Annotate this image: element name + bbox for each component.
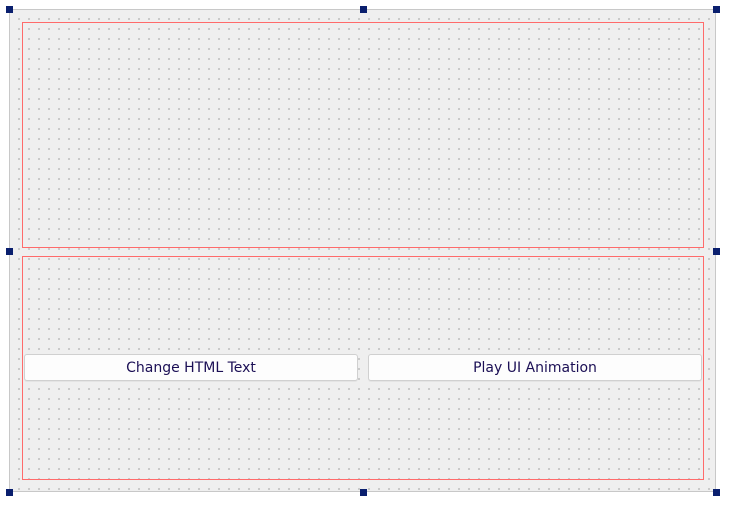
- top-layout-container[interactable]: [22, 22, 704, 248]
- play-ui-animation-button[interactable]: Play UI Animation: [368, 354, 702, 381]
- resize-handle-bottom-center[interactable]: [360, 489, 367, 496]
- resize-handle-bottom-left[interactable]: [6, 489, 13, 496]
- resize-handle-bottom-right[interactable]: [713, 489, 720, 496]
- resize-handle-top-center[interactable]: [360, 6, 367, 13]
- resize-handle-top-left[interactable]: [6, 6, 13, 13]
- change-html-text-button[interactable]: Change HTML Text: [24, 354, 358, 381]
- resize-handle-middle-left[interactable]: [6, 248, 13, 255]
- resize-handle-middle-right[interactable]: [713, 248, 720, 255]
- resize-handle-top-right[interactable]: [713, 6, 720, 13]
